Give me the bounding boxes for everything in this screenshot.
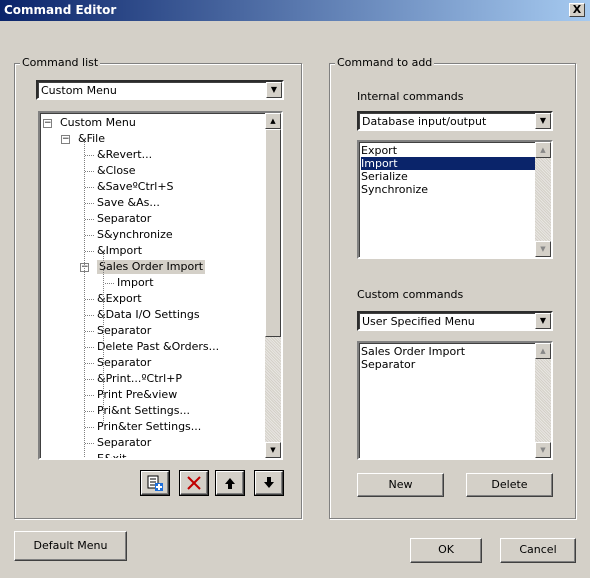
tree-scrollbar[interactable]: ▲ ▼ <box>265 113 281 458</box>
tree-item[interactable]: &Data I/O Settings <box>97 308 200 322</box>
delete-x-icon <box>187 476 201 490</box>
tree-connector <box>105 283 114 284</box>
custom-commands-select-value: User Specified Menu <box>362 315 475 328</box>
tree-connector <box>85 427 94 428</box>
tree-connector <box>84 141 85 458</box>
tree-connector <box>85 299 94 300</box>
delete-command-button[interactable] <box>180 471 208 495</box>
custom-commands-label: Custom commands <box>357 288 464 301</box>
move-up-icon <box>225 478 235 489</box>
list-item[interactable]: Sales Order Import <box>361 345 535 358</box>
tree-item[interactable]: S&ynchronize <box>97 228 173 242</box>
tree-connector <box>85 411 94 412</box>
internal-commands-select[interactable]: Database input/output ▼ <box>357 111 553 131</box>
tree-connector <box>85 251 94 252</box>
tree-connector <box>85 443 94 444</box>
command-tree[interactable]: − Custom Menu − &File &Revert... &Close &Saveº… <box>38 111 283 460</box>
list-item[interactable]: Synchronize <box>361 183 535 196</box>
list-item[interactable]: Serialize <box>361 170 535 183</box>
tree-item[interactable]: Separator <box>97 436 151 450</box>
tree-connector <box>85 347 94 348</box>
tree-connector <box>85 187 94 188</box>
move-down-icon <box>264 477 274 488</box>
list-item[interactable]: Separator <box>361 358 535 371</box>
tree-connector <box>85 363 94 364</box>
scroll-thumb[interactable] <box>265 129 281 337</box>
custom-commands-select[interactable]: User Specified Menu ▼ <box>357 311 553 331</box>
tree-item[interactable]: Separator <box>97 356 151 370</box>
internal-list-scrollbar[interactable]: ▲ ▼ <box>535 142 551 257</box>
scroll-down-icon[interactable]: ▼ <box>535 241 551 257</box>
tree-item[interactable]: &SaveºCtrl+S <box>97 180 174 194</box>
menu-select-value: Custom Menu <box>41 84 117 97</box>
tree-expander-icon[interactable]: − <box>43 119 52 128</box>
list-item[interactable]: Import <box>361 157 535 170</box>
move-up-button[interactable] <box>216 471 244 495</box>
chevron-down-icon[interactable]: ▼ <box>535 313 551 329</box>
scroll-down-icon[interactable]: ▼ <box>265 442 281 458</box>
tree-item[interactable]: Save &As... <box>97 196 160 210</box>
tree-connector <box>85 155 94 156</box>
new-button[interactable]: New <box>357 473 444 497</box>
custom-commands-list[interactable]: Sales Order Import Separator ▲ ▼ <box>357 341 553 460</box>
tree-connector <box>85 171 94 172</box>
chevron-down-icon[interactable]: ▼ <box>535 113 551 129</box>
tree-expander-icon[interactable]: − <box>61 135 70 144</box>
scroll-down-icon[interactable]: ▼ <box>535 442 551 458</box>
add-command-icon <box>147 475 163 491</box>
window-title: Command Editor <box>4 3 117 17</box>
tree-connector <box>85 395 94 396</box>
tree-connector <box>85 315 94 316</box>
tree-item[interactable]: &Print...ºCtrl+P <box>97 372 182 386</box>
tree-connector <box>85 235 94 236</box>
tree-item[interactable]: Sales Order Import <box>97 260 206 274</box>
tree-item[interactable]: Custom Menu <box>60 116 136 130</box>
menu-select[interactable]: Custom Menu ▼ <box>36 80 284 100</box>
delete-button[interactable]: Delete <box>466 473 553 497</box>
scroll-up-icon[interactable]: ▲ <box>265 113 281 129</box>
close-button[interactable]: X <box>569 3 585 17</box>
tree-item[interactable]: Separator <box>97 212 151 226</box>
tree-item[interactable]: Separator <box>97 324 151 338</box>
default-menu-button[interactable]: Default Menu <box>14 531 127 561</box>
cancel-button[interactable]: Cancel <box>500 538 576 563</box>
internal-commands-label: Internal commands <box>357 90 464 103</box>
chevron-down-icon[interactable]: ▼ <box>266 82 282 98</box>
move-down-button[interactable] <box>255 471 283 495</box>
scroll-up-icon[interactable]: ▲ <box>535 142 551 158</box>
custom-list-scrollbar[interactable]: ▲ ▼ <box>535 343 551 458</box>
title-bar: Command Editor X <box>0 0 590 21</box>
tree-item[interactable]: &Close <box>97 164 136 178</box>
tree-item[interactable]: Print Pre&view <box>97 388 177 402</box>
internal-commands-select-value: Database input/output <box>362 115 487 128</box>
tree-connector <box>85 219 94 220</box>
tree-connector <box>103 253 104 423</box>
tree-connector <box>85 203 94 204</box>
internal-commands-list[interactable]: Export Import Serialize Synchronize ▲ ▼ <box>357 140 553 259</box>
command-list-legend: Command list <box>20 56 101 69</box>
list-item[interactable]: Export <box>361 144 535 157</box>
tree-connector <box>85 379 94 380</box>
tree-item[interactable]: Delete Past &Orders... <box>97 340 219 354</box>
ok-button[interactable]: OK <box>410 538 482 563</box>
tree-item[interactable]: &File <box>78 132 105 146</box>
tree-item[interactable]: Pri&nt Settings... <box>97 404 190 418</box>
command-to-add-legend: Command to add <box>335 56 435 69</box>
tree-item[interactable]: E&xit <box>97 452 126 458</box>
tree-item[interactable]: &Revert... <box>97 148 152 162</box>
add-command-button[interactable] <box>141 471 169 495</box>
tree-item[interactable]: Import <box>117 276 154 290</box>
tree-item[interactable]: Prin&ter Settings... <box>97 420 201 434</box>
tree-connector <box>85 459 94 460</box>
tree-connector <box>85 331 94 332</box>
scroll-up-icon[interactable]: ▲ <box>535 343 551 359</box>
